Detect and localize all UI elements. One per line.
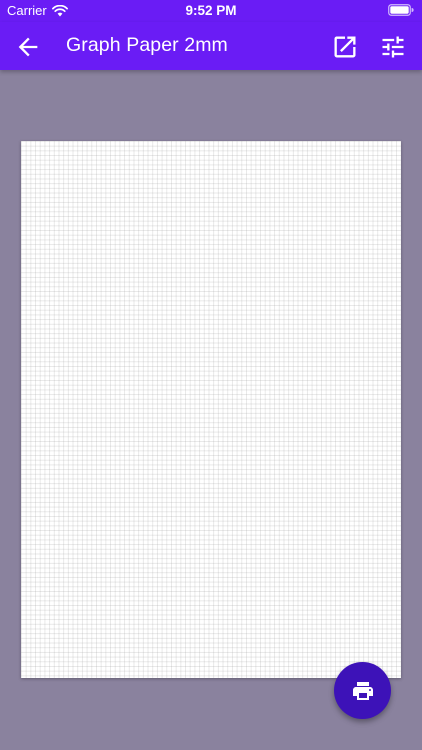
printer-icon (352, 681, 373, 700)
battery-icon (388, 4, 414, 16)
print-button[interactable] (334, 662, 391, 719)
app-bar: Graph Paper 2mm (0, 22, 422, 70)
graph-paper-preview (21, 141, 401, 678)
back-button[interactable] (14, 33, 42, 61)
settings-button[interactable] (379, 33, 407, 61)
open-external-button[interactable] (331, 33, 359, 61)
open-in-new-icon (334, 36, 356, 58)
page-title: Graph Paper 2mm (66, 34, 228, 56)
status-bar: Carrier 9:52 PM (0, 0, 422, 22)
status-time: 9:52 PM (185, 3, 237, 18)
arrow-left-icon (18, 37, 38, 57)
status-right (388, 4, 414, 19)
tune-sliders-icon (382, 36, 404, 58)
